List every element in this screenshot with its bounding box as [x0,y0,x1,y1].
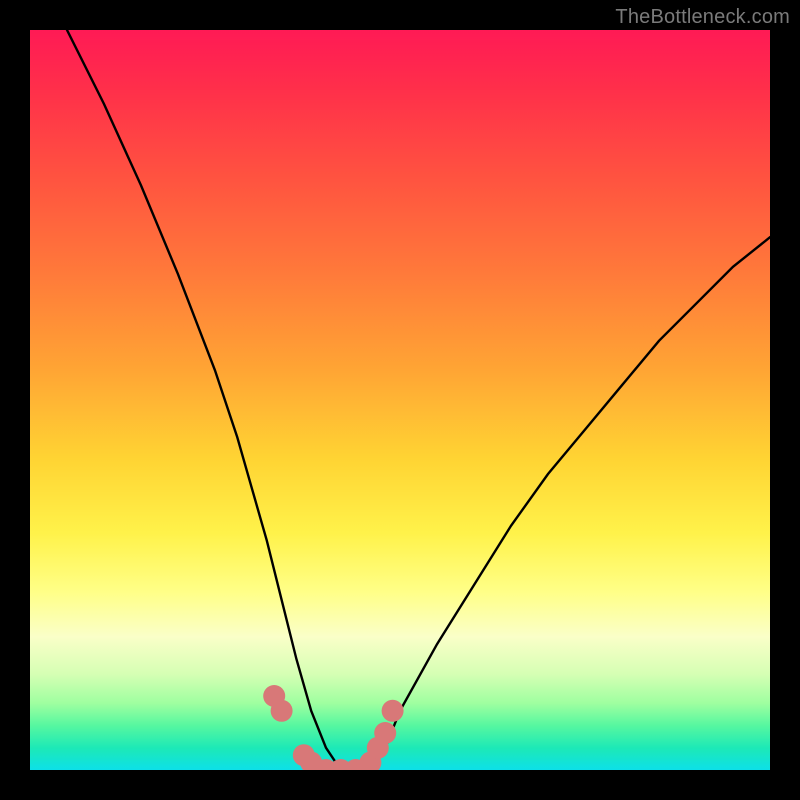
chart-frame: TheBottleneck.com [0,0,800,800]
highlight-dot [271,700,293,722]
watermark-text: TheBottleneck.com [615,6,790,29]
highlight-dot [374,722,396,744]
highlight-dot [382,700,404,722]
plot-area [30,30,770,770]
curve-layer [30,30,770,770]
bottleneck-curve [67,30,770,770]
